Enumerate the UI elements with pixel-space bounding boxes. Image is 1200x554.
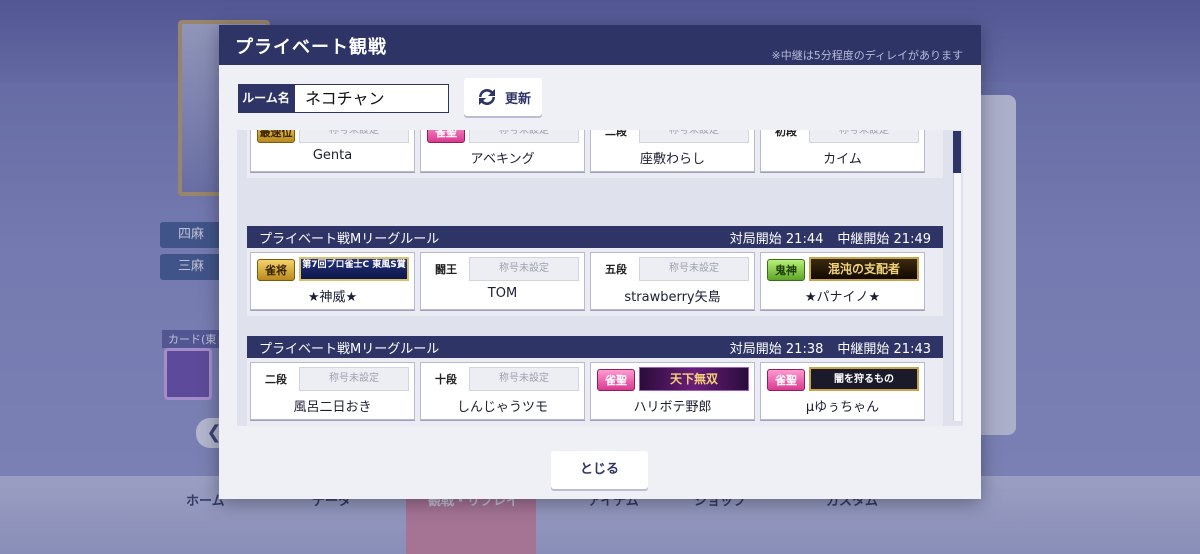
match-card[interactable]: プライベート戦Mリーグルール 対局開始 21:38 中継開始 21:43 二段 … <box>247 336 943 426</box>
player-name: strawberry矢島 <box>624 290 721 305</box>
refresh-button[interactable]: 更新 <box>464 78 542 116</box>
modal-title: プライベート観戦 <box>235 37 387 58</box>
room-name-label: ルーム名 <box>238 84 294 113</box>
player-name: TOM <box>487 286 518 301</box>
modal-header: プライベート観戦 ※中継は5分程度のディレイがあります <box>219 25 981 65</box>
player-title: 称号未設定 <box>809 130 919 143</box>
rank-badge: 初段 <box>775 130 797 138</box>
player-title: 称号未設定 <box>639 130 749 143</box>
player-name: ★パナイノ★ <box>804 290 881 305</box>
refresh-label: 更新 <box>504 91 531 107</box>
player-name: 座敷わらし <box>639 152 705 167</box>
start-time: 21:44 <box>785 231 824 247</box>
scrollbar-track[interactable] <box>953 131 961 421</box>
player-title: 第7回プロ雀士C 東風S賞 <box>299 257 409 281</box>
player-name: 風呂二日おき <box>293 400 372 415</box>
rank-badge: 雀聖 <box>767 369 805 391</box>
relay-time: 21:43 <box>893 341 931 357</box>
player-title: 闇を狩るもの <box>809 367 919 391</box>
player-name: しんじゃうツモ <box>456 400 548 415</box>
player-slot[interactable]: 雀将 第7回プロ雀士C 東風S賞 ★神威★ <box>250 252 415 310</box>
start-time: 21:38 <box>785 341 824 357</box>
player-slot[interactable]: 雀聖 天下無双 ハリボテ野郎 <box>590 362 755 420</box>
player-title: 称号未設定 <box>469 130 579 143</box>
match-rule: プライベート戦Mリーグルール <box>259 341 440 357</box>
player-slot[interactable]: 鬼神 混沌の支配者 ★パナイノ★ <box>760 252 925 310</box>
start-label: 対局開始 <box>729 231 782 247</box>
rank-badge: 二段 <box>605 130 627 138</box>
player-slot[interactable]: 二段 称号未設定 風呂二日おき <box>250 362 415 420</box>
rank-badge: 雀将 <box>257 259 295 281</box>
player-name: アベキング <box>470 152 535 167</box>
relay-time: 21:49 <box>893 231 931 247</box>
player-slot[interactable]: 十段 称号未設定 しんじゃうツモ <box>420 362 585 420</box>
room-name-bar: ルーム名 ネコチャン <box>238 84 449 113</box>
player-name: ★神威★ <box>307 290 358 305</box>
player-name: μゆぅちゃん <box>805 400 880 415</box>
player-title: 称号未設定 <box>469 367 579 391</box>
player-name: ハリボテ野郎 <box>633 400 712 415</box>
player-title: 混沌の支配者 <box>809 257 919 281</box>
player-title: 称号未設定 <box>299 130 409 143</box>
refresh-icon <box>478 89 495 105</box>
rank-badge: 二段 <box>265 373 287 386</box>
player-slot[interactable]: 雀聖 闇を狩るもの μゆぅちゃん <box>760 362 925 420</box>
close-button[interactable]: とじる <box>551 451 648 489</box>
player-slot[interactable]: 初段 称号未設定 カイム <box>760 130 925 172</box>
match-card[interactable]: 最速位 称号未設定 Genta 雀聖 称号未設定 アベキング 二段 称号未設定 … <box>247 130 943 178</box>
room-name-input[interactable]: ネコチャン <box>294 84 449 113</box>
player-slot[interactable]: 雀聖 称号未設定 アベキング <box>420 130 585 172</box>
scrollbar-thumb[interactable] <box>953 131 961 173</box>
rank-badge: 雀聖 <box>427 130 465 143</box>
player-slot[interactable]: 最速位 称号未設定 Genta <box>250 130 415 172</box>
rank-badge: 十段 <box>435 373 457 386</box>
start-label: 対局開始 <box>729 341 782 357</box>
rank-badge: 最速位 <box>257 130 295 143</box>
match-list[interactable]: 最速位 称号未設定 Genta 雀聖 称号未設定 アベキング 二段 称号未設定 … <box>237 130 963 426</box>
match-rule: プライベート戦Mリーグルール <box>259 231 440 247</box>
player-title: 称号未設定 <box>299 367 409 391</box>
private-watch-modal: プライベート観戦 ※中継は5分程度のディレイがあります ルーム名 ネコチャン 更… <box>219 25 981 499</box>
match-header: プライベート戦Mリーグルール 対局開始 21:44 中継開始 21:49 <box>247 226 943 248</box>
player-title: 称号未設定 <box>639 257 749 281</box>
rank-badge: 雀聖 <box>597 369 635 391</box>
rank-badge: 闘王 <box>435 263 457 276</box>
player-slot[interactable]: 五段 称号未設定 strawberry矢島 <box>590 252 755 310</box>
player-title: 天下無双 <box>639 367 749 391</box>
player-title: 称号未設定 <box>469 257 579 281</box>
rank-badge: 鬼神 <box>767 259 805 281</box>
player-name: カイム <box>823 152 862 167</box>
match-card[interactable]: プライベート戦Mリーグルール 対局開始 21:44 中継開始 21:49 雀将 … <box>247 226 943 316</box>
match-header: プライベート戦Mリーグルール 対局開始 21:38 中継開始 21:43 <box>247 336 943 358</box>
relay-label: 中継開始 <box>837 231 890 247</box>
player-slot[interactable]: 二段 称号未設定 座敷わらし <box>590 130 755 172</box>
player-name: Genta <box>312 148 353 163</box>
player-slot[interactable]: 闘王 称号未設定 TOM <box>420 252 585 310</box>
delay-note: ※中継は5分程度のディレイがあります <box>771 49 963 62</box>
relay-label: 中継開始 <box>837 341 890 357</box>
rank-badge: 五段 <box>605 263 627 276</box>
